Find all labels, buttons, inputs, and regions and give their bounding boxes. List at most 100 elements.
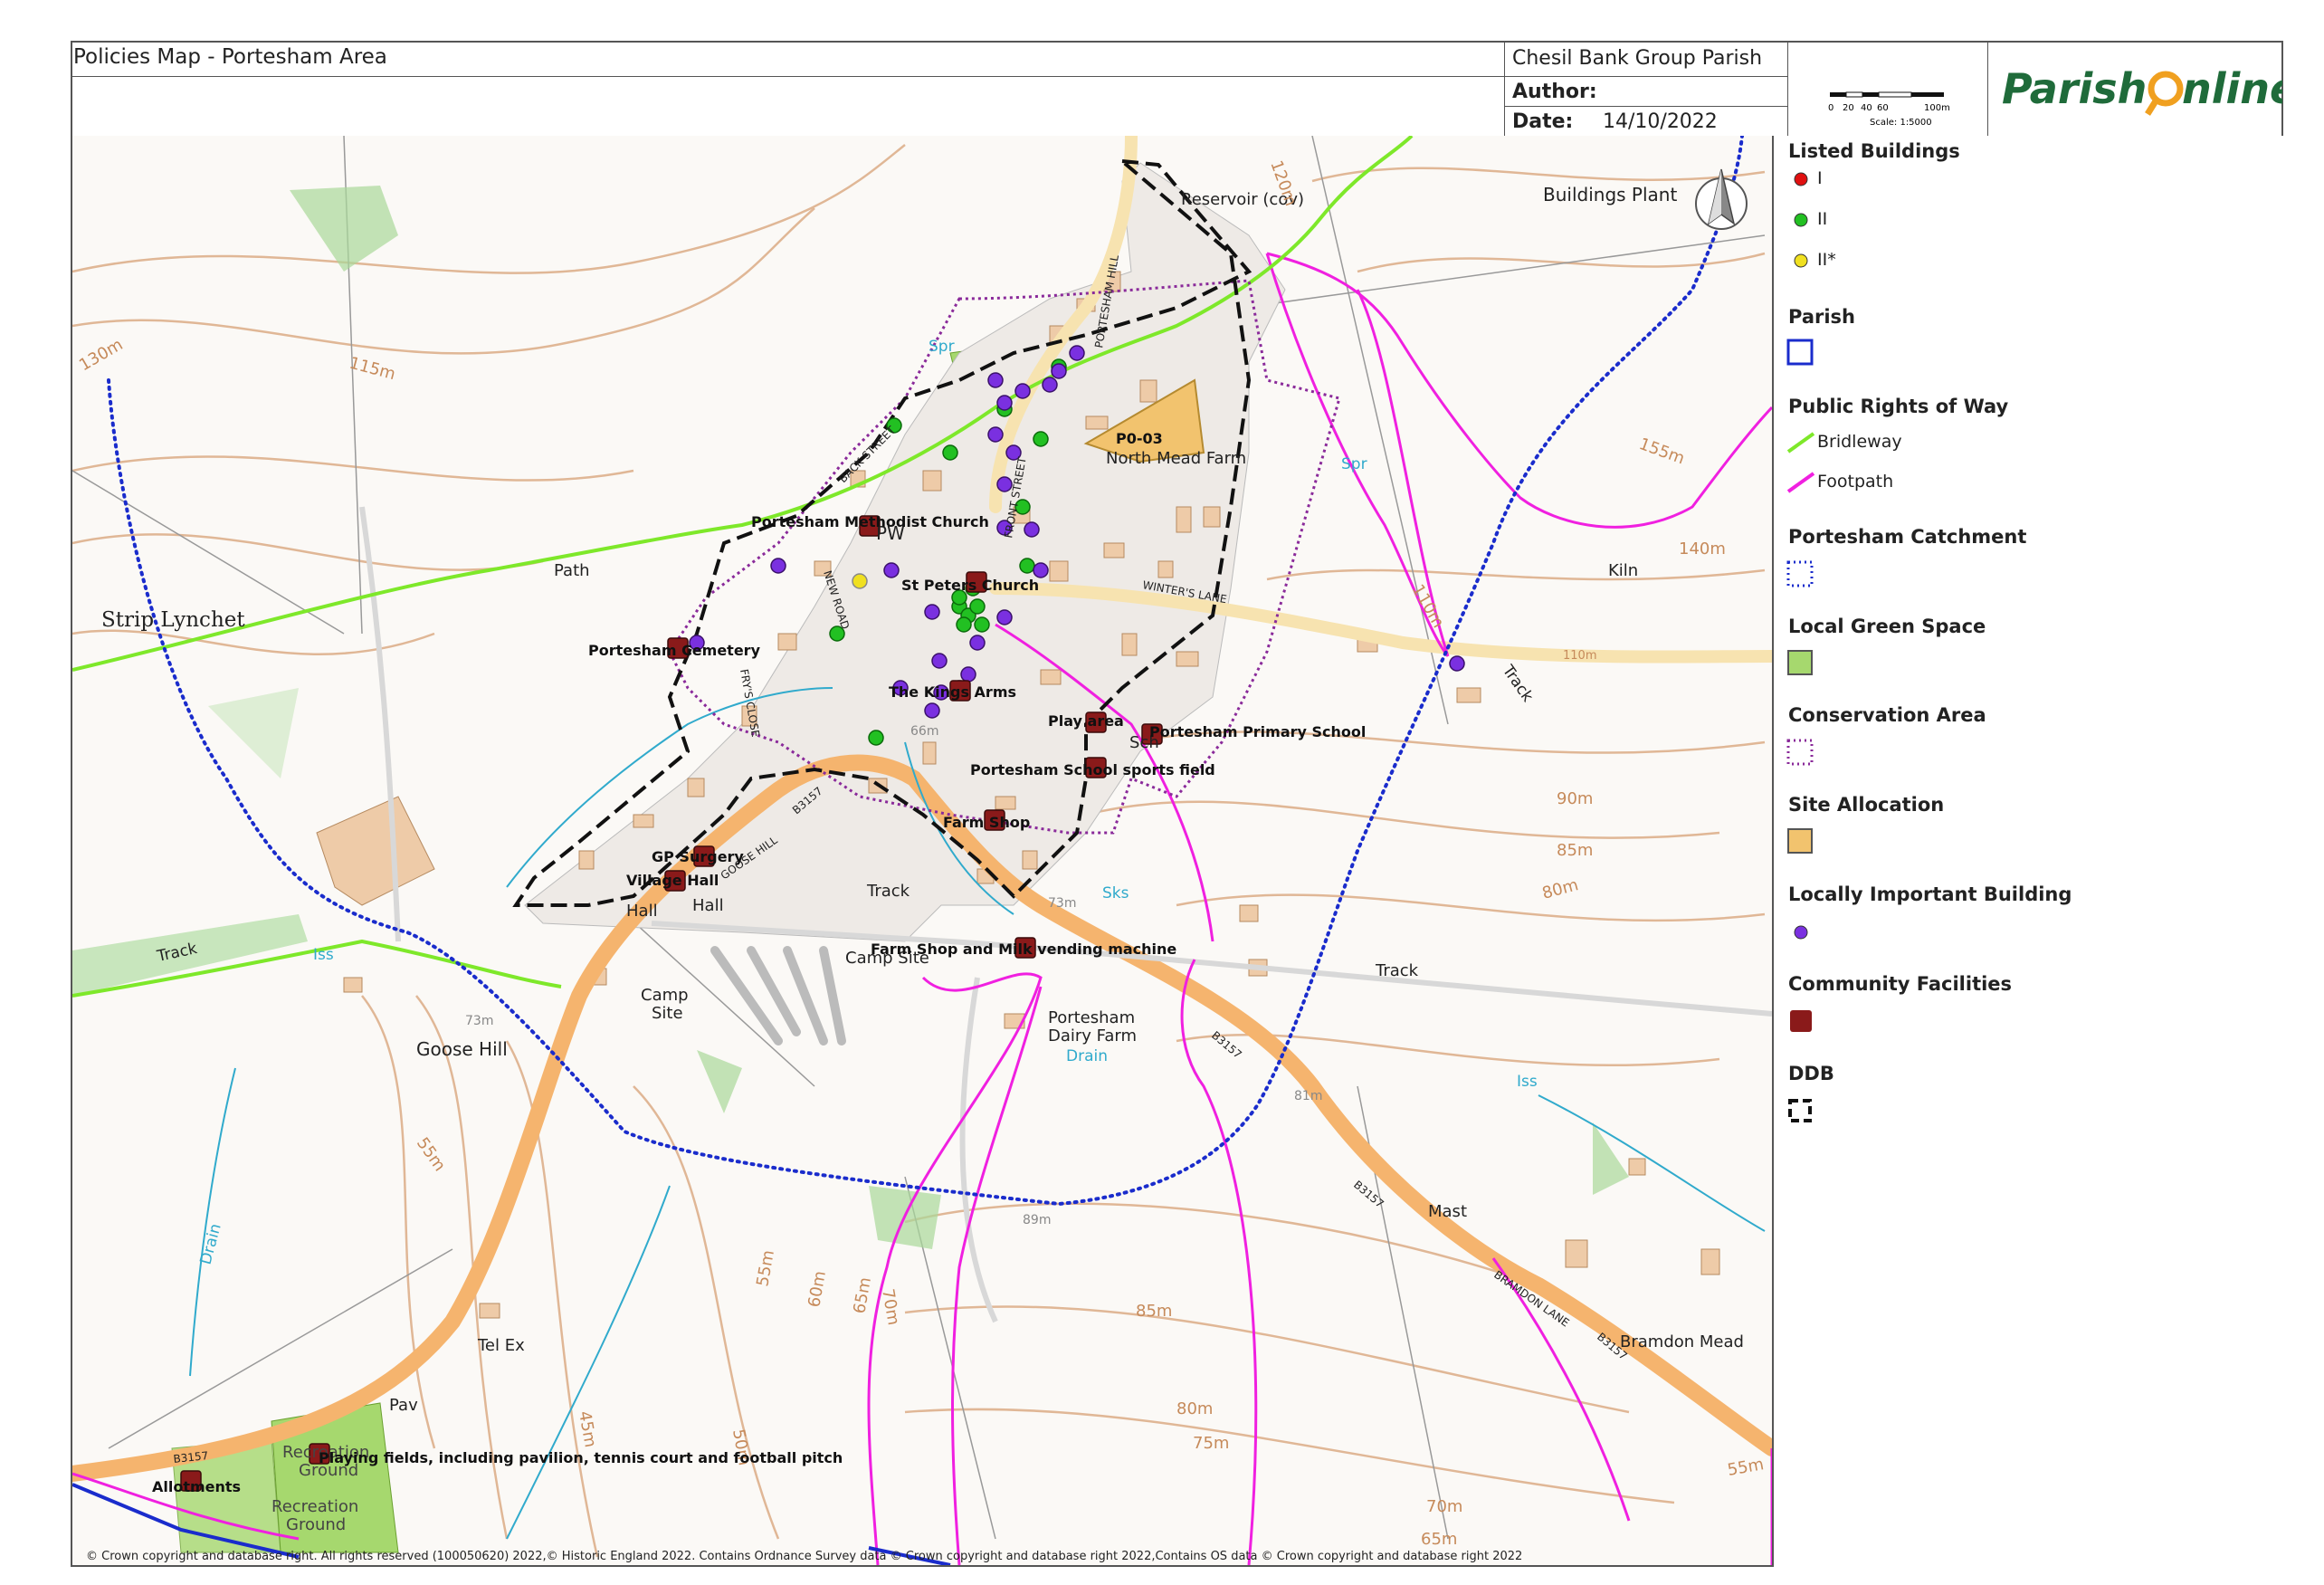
legend-swatch-dot [1794,253,1808,268]
label-buildings-plantation: Buildings Plant [1543,184,1677,205]
legend-heading: DDB [1788,1063,1834,1084]
parish-online-logo: Parish nline [2002,64,2282,116]
label-camp: Camp [641,986,689,1005]
legend-item-label: II* [1817,250,1836,270]
label-allotments: Allotments [152,1478,241,1495]
legend-heading: Conservation Area [1788,704,1986,726]
contour-label: 55m [1726,1455,1765,1480]
legend-swatch-dotted-square [1786,739,1814,766]
label-portesham-dairy-2: Dairy Farm [1048,1026,1137,1046]
map-svg[interactable]: Strip Lynchet Path Goose Hill Camp Site … [72,136,1772,1565]
label-gp-surgery: GP Surgery [652,848,744,865]
label-village-hall: Village Hall [626,872,719,889]
label-path: Path [554,561,590,580]
label-primary-school: Portesham Primary School [1149,723,1366,740]
scale-tick-0: 0 [1828,103,1833,113]
contour-label: 66m [910,724,938,739]
map-title: Policies Map - Portesham Area [73,45,387,69]
legend-swatch-dot [1794,172,1808,186]
contour-label: 60m [805,1269,830,1308]
camp-site-pitches [710,946,846,1046]
legend-swatch-dotted-square [1786,560,1814,587]
legend-heading: Community Facilities [1788,973,2013,995]
label-spr-1: Spr [929,338,955,356]
contour-label: 115m [348,354,398,385]
legend-swatch-dashed-square [1788,1099,1812,1122]
label-north-mead-farm: North Mead Farm [1106,449,1246,468]
label-portesham-cemetery: Portesham Cemetery [588,642,761,659]
scale-tick-1: 20 [1843,103,1854,113]
parish-name: Chesil Bank Group Parish [1512,47,1763,70]
label-playing-fields: Playing fields, including pavilion, tenn… [319,1449,843,1466]
label-st-peters-church: St Peters Church [901,577,1039,594]
scale-text: Scale: 1:5000 [1870,118,1932,128]
listed-building-grade-ii-star [852,573,868,589]
label-recreation-2: Recreation [271,1497,358,1516]
legend-item-label: I [1817,168,1823,188]
legend-swatch-filled-square [1787,828,1813,854]
legend-item-label: Footpath [1817,472,1894,492]
scale-cell: 0 20 40 60 100m Scale: 1:5000 [1787,41,1988,137]
copyright-notice: © Crown copyright and database right. Al… [86,1550,1523,1563]
label-b3157-3: B3157 [1209,1029,1244,1062]
legend-heading: Portesham Catchment [1788,526,2027,548]
contour-label: 85m [1136,1302,1172,1321]
legend-heading: Public Rights of Way [1788,396,2009,417]
label-drain-1: Drain [1066,1047,1108,1065]
label-strip-lynchet: Strip Lynchet [101,608,245,632]
label-pav: Pav [389,1396,418,1415]
label-iss-2: Iss [1517,1073,1538,1091]
label-farm-shop: Farm Shop [943,814,1030,831]
legend-swatch-square-outline [1786,339,1814,366]
label-mast: Mast [1428,1202,1467,1221]
contour-label: 80m [1540,875,1581,903]
label-kiln: Kiln [1608,561,1638,580]
contour-label: 55m [413,1134,449,1175]
logo-cell: Parish nline [1987,41,2283,137]
contour-label: 70m [878,1287,903,1326]
label-tel-ex: Tel Ex [477,1336,525,1355]
legend-item-label: Bridleway [1817,432,1902,452]
label-hall-2: Hall [692,896,724,915]
legend-heading: Parish [1788,306,1856,328]
label-play-area: Play area [1048,712,1124,730]
scale-bar: 0 20 40 60 100m Scale: 1:5000 [1828,91,1950,128]
legend-swatch-dot [1794,213,1808,227]
label-school-sports-field: Portesham School sports field [970,761,1215,778]
label-farm-shop-milk: Farm Shop and Milk vending machine [871,940,1176,958]
legend-swatch-dot [1794,925,1808,940]
label-site: Site [652,1004,683,1023]
label-methodist-church: Portesham Methodist Church [751,513,989,530]
label-kings-arms: The Kings Arms [889,683,1016,701]
contour-label: 73m [465,1014,493,1028]
large-building [316,796,435,906]
contour-label: 70m [1426,1497,1462,1516]
contour-label: 65m [850,1275,875,1314]
title-cell: Policies Map - Portesham Area [71,41,1505,77]
legend-item-label: II [1817,209,1828,229]
contour-label: 75m [1193,1434,1229,1453]
legend-heading: Listed Buildings [1788,140,1960,162]
label-sks: Sks [1102,884,1129,902]
contour-label: 155m [1636,434,1687,468]
label-drain-2: Drain [197,1222,225,1267]
label-track-1: Track [866,882,910,901]
blank-cell [71,76,1505,137]
scale-tick-4: 100m [1924,103,1950,113]
label-iss-1: Iss [313,946,334,964]
contour-label: 65m [1421,1530,1457,1549]
contour-label: 81m [1294,1089,1322,1103]
legend-swatch-facility-icon [1790,1010,1812,1032]
contour-label: 73m [1048,896,1076,911]
label-track-2: Track [1375,961,1419,980]
author-label: Author: [1512,81,1597,103]
legend-heading: Site Allocation [1788,794,1945,816]
svg-text:Parish: Parish [2002,64,2147,113]
contour-label: 110m [1408,581,1448,631]
map-canvas[interactable]: Strip Lynchet Path Goose Hill Camp Site … [72,136,1772,1565]
scale-tick-3: 60 [1877,103,1889,113]
scale-tick-2: 40 [1861,103,1872,113]
contour-label: 140m [1679,539,1726,559]
contour-label: 45m [575,1409,600,1448]
contour-label: 80m [1176,1399,1213,1418]
